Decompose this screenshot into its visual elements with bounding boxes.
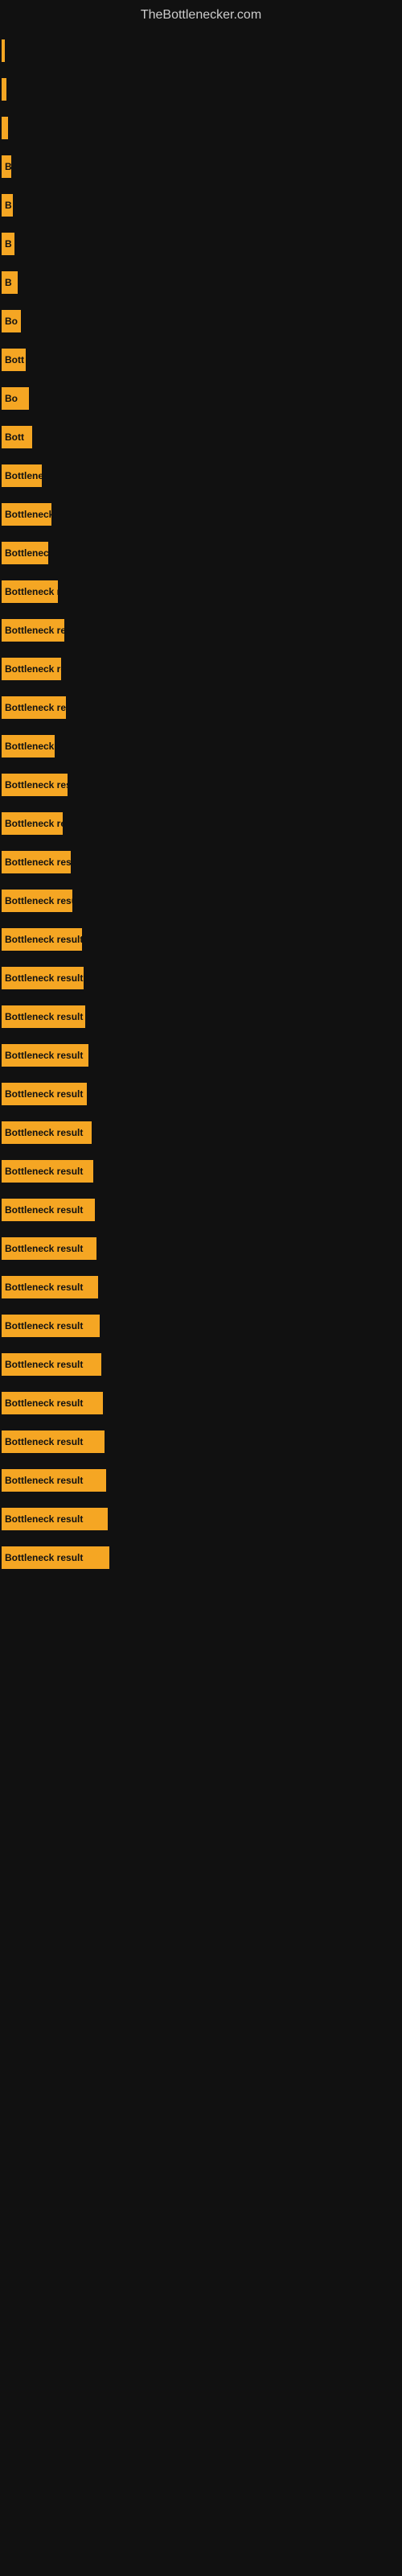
bar-row-4: B [0,151,402,183]
bar-row-7: B [0,266,402,299]
bar-row-27: Bottleneck result [0,1039,402,1071]
bar-29: Bottleneck result [2,1121,92,1144]
bar-row-22: Bottleneck result [0,846,402,878]
bar-13: Bottleneck re [2,503,51,526]
bar-row-40: Bottleneck result [0,1542,402,1574]
bar-row-34: Bottleneck result [0,1310,402,1342]
bar-row-36: Bottleneck result [0,1387,402,1419]
chart-container: BBBBBoBottBoBottBottleneBottleneck reBot… [0,27,402,1588]
bar-15: Bottleneck res [2,580,58,603]
bar-34: Bottleneck result [2,1315,100,1337]
bar-3 [2,117,8,139]
bar-row-8: Bo [0,305,402,337]
bar-row-21: Bottleneck resu [0,807,402,840]
bar-row-30: Bottleneck result [0,1155,402,1187]
site-title: TheBottlenecker.com [0,0,402,27]
bar-28: Bottleneck result [2,1083,87,1105]
bar-6: B [2,233,14,255]
bar-row-1 [0,35,402,67]
bar-row-37: Bottleneck result [0,1426,402,1458]
bar-row-26: Bottleneck result [0,1001,402,1033]
bar-row-6: B [0,228,402,260]
bar-row-16: Bottleneck result [0,614,402,646]
bar-row-28: Bottleneck result [0,1078,402,1110]
site-title-container: TheBottlenecker.com [0,0,402,27]
bar-row-17: Bottleneck res [0,653,402,685]
bar-8: Bo [2,310,21,332]
bar-38: Bottleneck result [2,1469,106,1492]
bar-row-24: Bottleneck result [0,923,402,956]
bar-23: Bottleneck result [2,890,72,912]
bar-row-20: Bottleneck result [0,769,402,801]
bar-row-35: Bottleneck result [0,1348,402,1381]
bar-20: Bottleneck result [2,774,68,796]
bar-row-14: Bottleneck [0,537,402,569]
bar-row-2 [0,73,402,105]
bar-row-39: Bottleneck result [0,1503,402,1535]
bar-row-25: Bottleneck result [0,962,402,994]
bar-36: Bottleneck result [2,1392,103,1414]
bar-18: Bottleneck resul [2,696,66,719]
bar-1 [2,39,5,62]
bar-21: Bottleneck resu [2,812,63,835]
bar-row-5: B [0,189,402,221]
bar-row-31: Bottleneck result [0,1194,402,1226]
bar-32: Bottleneck result [2,1237,96,1260]
bar-22: Bottleneck result [2,851,71,873]
bar-11: Bott [2,426,32,448]
bar-row-13: Bottleneck re [0,498,402,530]
bar-14: Bottleneck [2,542,48,564]
bar-24: Bottleneck result [2,928,82,951]
bar-12: Bottlene [2,464,42,487]
bar-row-29: Bottleneck result [0,1117,402,1149]
bar-37: Bottleneck result [2,1430,105,1453]
bar-5: B [2,194,13,217]
bar-row-23: Bottleneck result [0,885,402,917]
bar-row-12: Bottlene [0,460,402,492]
bar-26: Bottleneck result [2,1005,85,1028]
bar-40: Bottleneck result [2,1546,109,1569]
bar-19: Bottleneck re [2,735,55,758]
bar-30: Bottleneck result [2,1160,93,1183]
bar-9: Bott [2,349,26,371]
bar-16: Bottleneck result [2,619,64,642]
bar-row-15: Bottleneck res [0,576,402,608]
bar-row-3 [0,112,402,144]
bar-17: Bottleneck res [2,658,61,680]
bar-33: Bottleneck result [2,1276,98,1298]
bar-row-9: Bott [0,344,402,376]
bar-row-10: Bo [0,382,402,415]
bar-row-32: Bottleneck result [0,1232,402,1265]
bar-7: B [2,271,18,294]
bar-35: Bottleneck result [2,1353,101,1376]
bar-2 [2,78,6,101]
bar-25: Bottleneck result [2,967,84,989]
bar-row-18: Bottleneck resul [0,691,402,724]
bar-31: Bottleneck result [2,1199,95,1221]
bar-row-38: Bottleneck result [0,1464,402,1496]
bar-27: Bottleneck result [2,1044,88,1067]
bar-row-11: Bott [0,421,402,453]
bar-row-19: Bottleneck re [0,730,402,762]
bar-row-33: Bottleneck result [0,1271,402,1303]
bar-4: B [2,155,11,178]
bar-10: Bo [2,387,29,410]
bar-39: Bottleneck result [2,1508,108,1530]
